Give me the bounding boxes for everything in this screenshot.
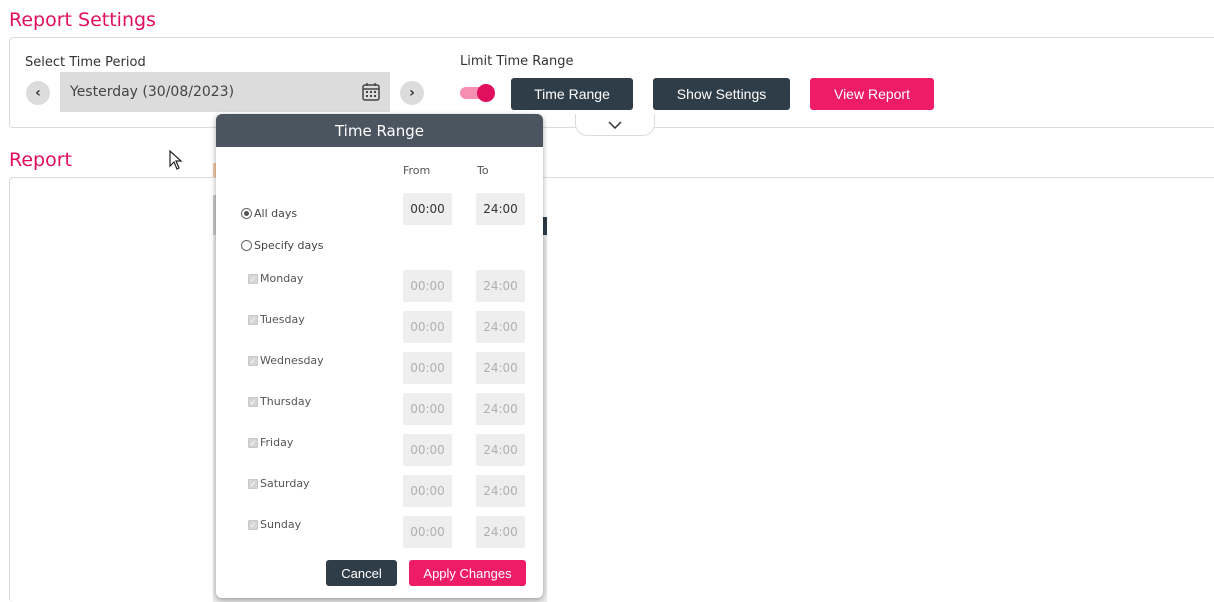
friday-from-input[interactable]: 00:00	[403, 434, 452, 466]
day-label: Friday	[260, 436, 294, 449]
friday-checkbox[interactable]: ✓	[248, 437, 258, 448]
date-period-value: Yesterday (30/08/2023)	[70, 84, 235, 100]
from-column-header: From	[403, 164, 431, 177]
chevron-left-icon: ‹	[35, 85, 41, 101]
wednesday-to-input[interactable]: 24:00	[476, 352, 525, 384]
limit-time-range-toggle[interactable]	[460, 84, 496, 102]
time-range-button[interactable]: Time Range	[511, 78, 633, 110]
dialog-title: Time Range	[334, 121, 425, 140]
all-days-label: All days	[254, 207, 298, 220]
thursday-checkbox[interactable]: ✓	[248, 396, 258, 407]
day-label: Saturday	[260, 477, 310, 490]
monday-to-input[interactable]: 24:00	[476, 270, 525, 302]
all-days-to-input[interactable]: 24:00	[476, 193, 525, 225]
day-label: Thursday	[260, 395, 312, 408]
view-report-button[interactable]: View Report	[810, 78, 934, 110]
specify-days-radio[interactable]	[241, 240, 252, 251]
all-days-radio[interactable]	[241, 208, 252, 219]
tuesday-from-input[interactable]: 00:00	[403, 311, 452, 343]
all-days-from-input[interactable]: 00:00	[403, 193, 452, 225]
report-panel	[9, 177, 1214, 602]
report-title: Report	[9, 149, 72, 171]
report-settings-title: Report Settings	[9, 9, 156, 31]
previous-period-button[interactable]: ‹	[26, 81, 50, 105]
next-period-button[interactable]: ›	[400, 81, 424, 105]
toggle-knob	[477, 84, 495, 102]
tuesday-to-input[interactable]: 24:00	[476, 311, 525, 343]
show-settings-button[interactable]: Show Settings	[653, 78, 790, 110]
thursday-to-input[interactable]: 24:00	[476, 393, 525, 425]
specify-days-option[interactable]: Specify days	[241, 239, 324, 252]
day-row-wednesday: ✓ Wednesday	[248, 354, 324, 367]
tuesday-checkbox[interactable]: ✓	[248, 314, 258, 325]
wednesday-checkbox[interactable]: ✓	[248, 355, 258, 366]
thursday-from-input[interactable]: 00:00	[403, 393, 452, 425]
day-row-saturday: ✓ Saturday	[248, 477, 310, 490]
specify-days-label: Specify days	[254, 239, 324, 252]
day-row-monday: ✓ Monday	[248, 272, 303, 285]
to-column-header: To	[477, 164, 489, 177]
chevron-right-icon: ›	[409, 85, 415, 101]
saturday-checkbox[interactable]: ✓	[248, 478, 258, 489]
collapse-settings-tab[interactable]	[575, 114, 655, 136]
limit-time-range-label: Limit Time Range	[460, 54, 574, 69]
saturday-to-input[interactable]: 24:00	[476, 475, 525, 507]
date-period-field[interactable]: Yesterday (30/08/2023)	[60, 72, 390, 112]
cancel-button[interactable]: Cancel	[326, 560, 397, 586]
wednesday-from-input[interactable]: 00:00	[403, 352, 452, 384]
time-range-dialog: Time Range From To All days 00:00 24:00 …	[216, 114, 543, 598]
day-label: Sunday	[260, 518, 302, 531]
select-time-period-label: Select Time Period	[25, 55, 146, 70]
monday-checkbox[interactable]: ✓	[248, 273, 258, 284]
day-label: Monday	[260, 272, 304, 285]
day-row-friday: ✓ Friday	[248, 436, 293, 449]
sunday-checkbox[interactable]: ✓	[248, 519, 258, 530]
monday-from-input[interactable]: 00:00	[403, 270, 452, 302]
all-days-option[interactable]: All days	[241, 207, 297, 220]
calendar-icon[interactable]	[362, 82, 380, 101]
chevron-down-icon	[608, 120, 622, 129]
sunday-to-input[interactable]: 24:00	[476, 516, 525, 548]
mouse-cursor-icon	[169, 150, 183, 170]
day-label: Wednesday	[260, 354, 324, 367]
day-row-tuesday: ✓ Tuesday	[248, 313, 305, 326]
sunday-from-input[interactable]: 00:00	[403, 516, 452, 548]
day-row-sunday: ✓ Sunday	[248, 518, 301, 531]
day-row-thursday: ✓ Thursday	[248, 395, 311, 408]
apply-changes-button[interactable]: Apply Changes	[409, 560, 526, 586]
day-label: Tuesday	[260, 313, 305, 326]
friday-to-input[interactable]: 24:00	[476, 434, 525, 466]
saturday-from-input[interactable]: 00:00	[403, 475, 452, 507]
dialog-header: Time Range	[216, 114, 543, 147]
